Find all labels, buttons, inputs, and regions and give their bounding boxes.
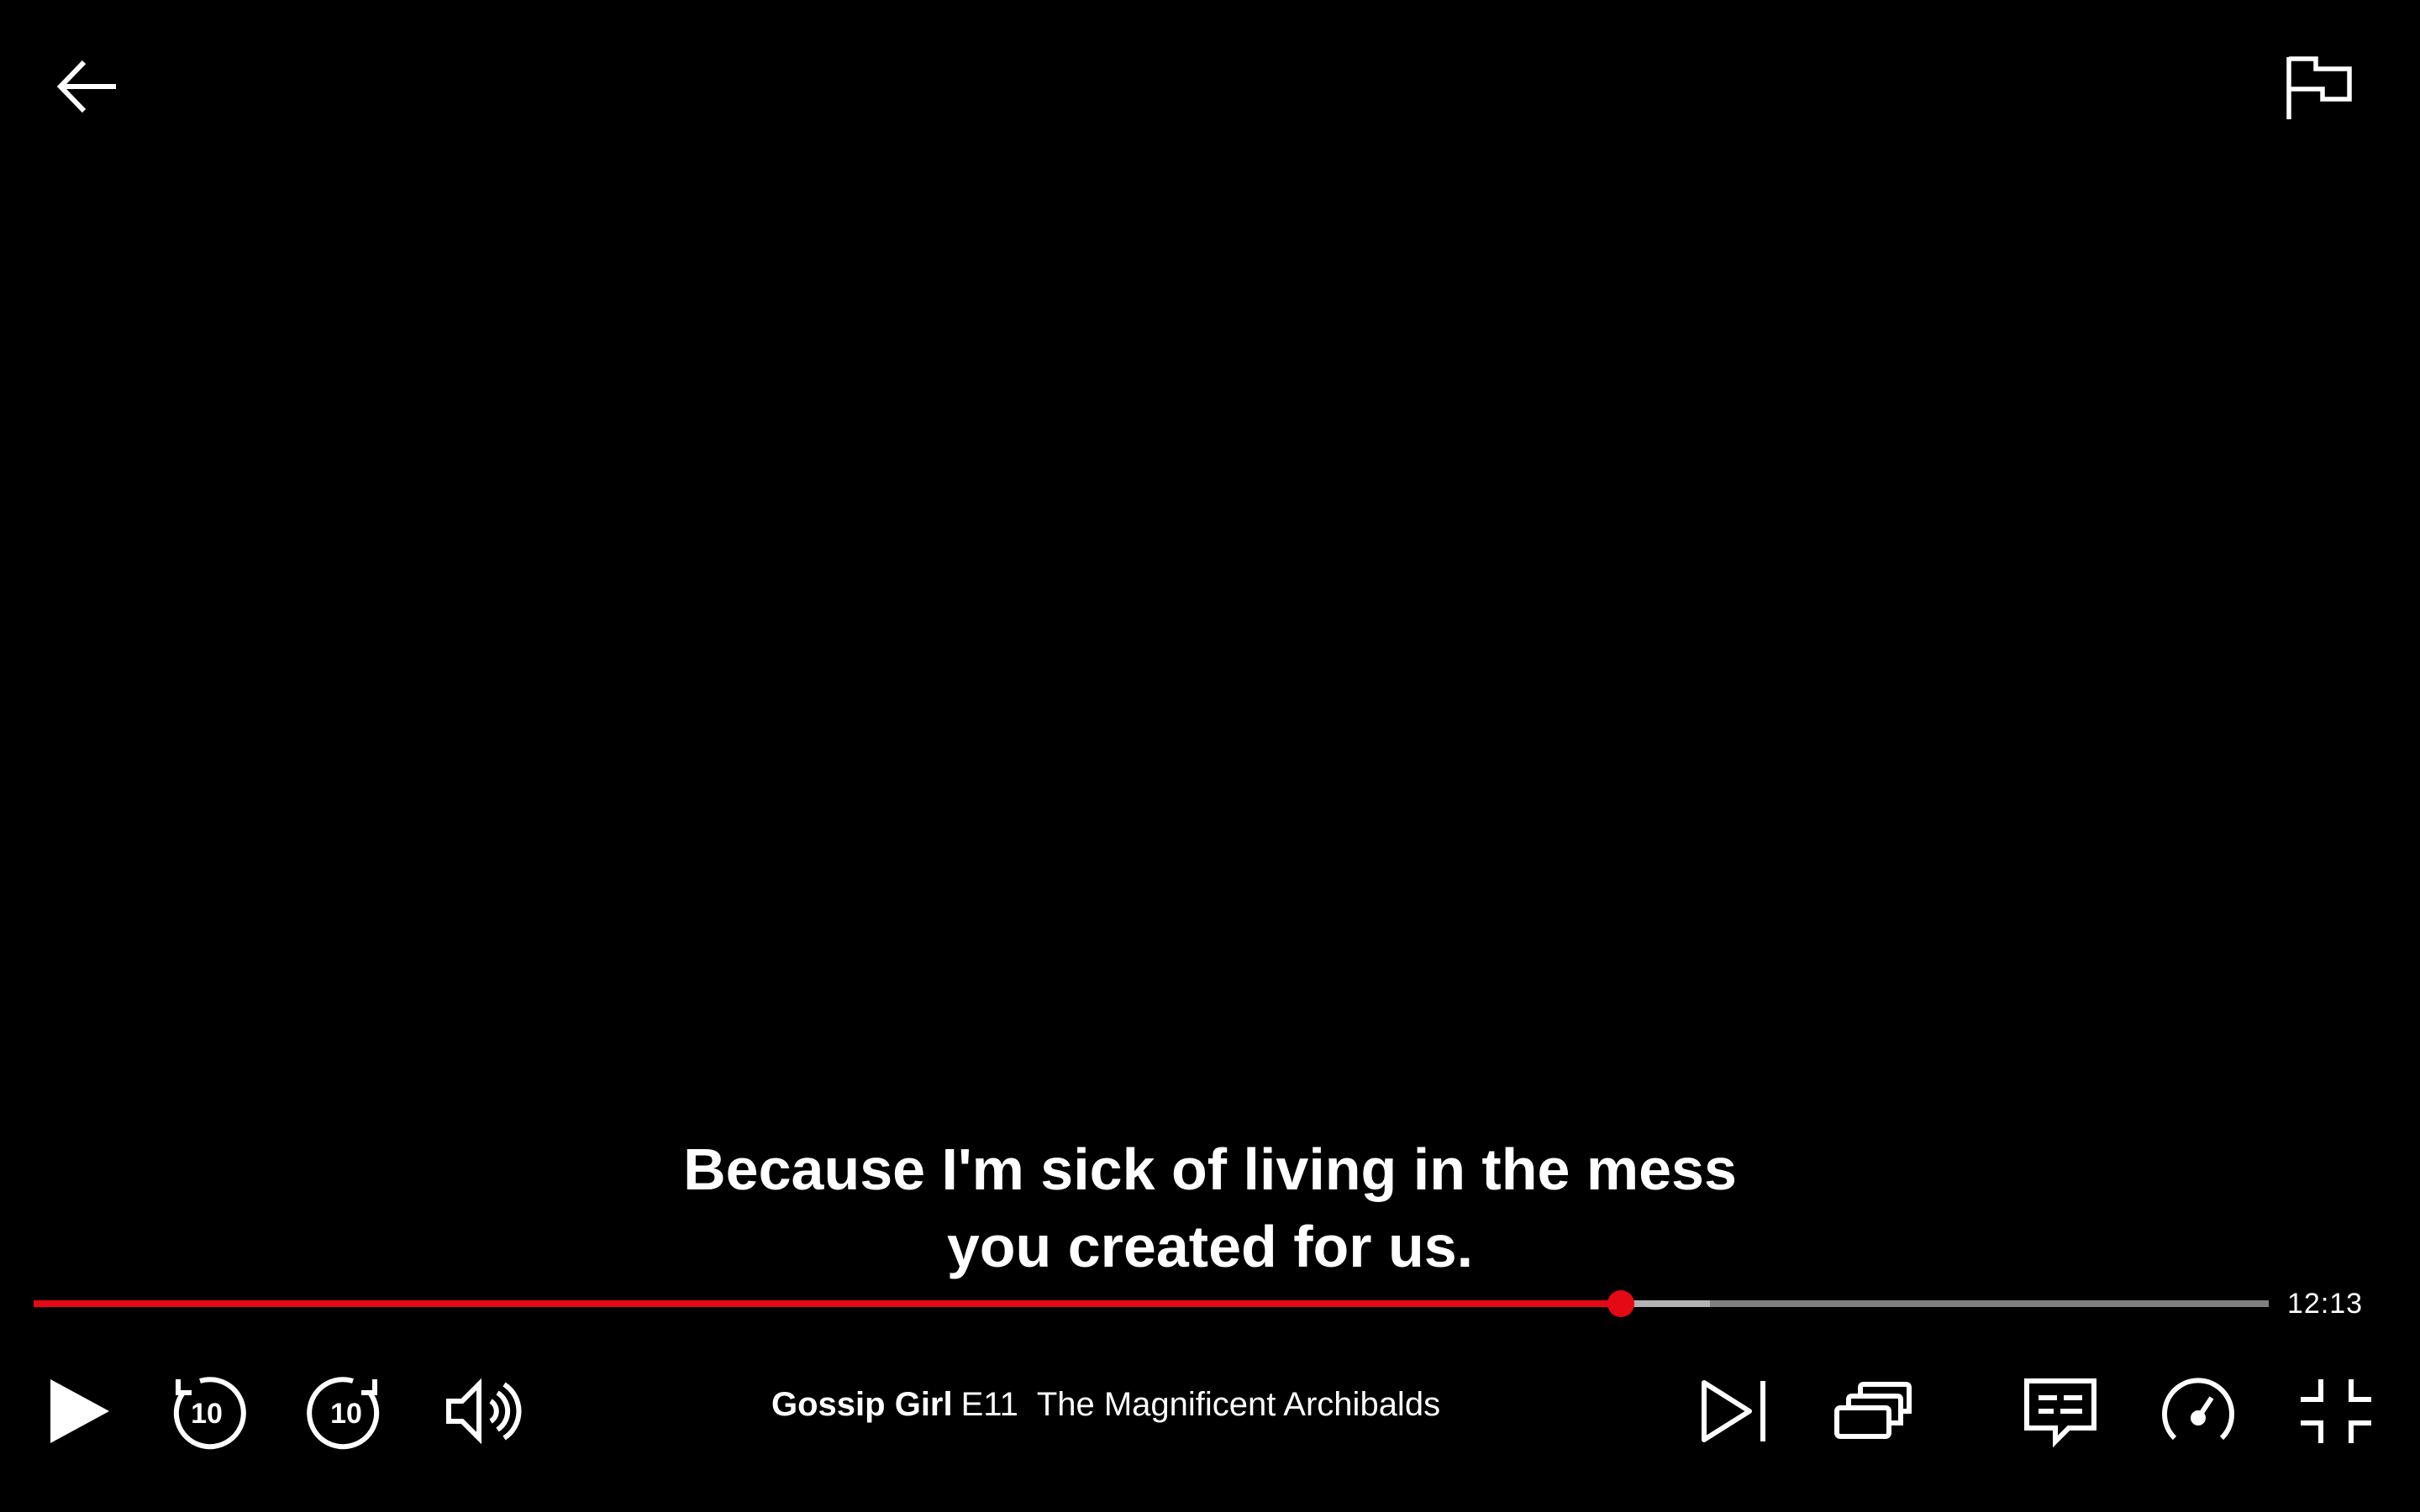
video-player[interactable]: Because I'm sick of living in the mess y… (0, 0, 2420, 1512)
forward-10-icon: 10 (307, 1377, 380, 1450)
episodes-button[interactable] (1832, 1371, 1912, 1452)
progress-bar[interactable] (34, 1290, 2269, 1317)
rewind-10-label: 10 (191, 1398, 223, 1430)
show-title: Gossip Girl (771, 1386, 953, 1423)
volume-high-icon (446, 1378, 522, 1445)
flag-icon (2286, 56, 2352, 119)
title-info: Gossip Girl E11 The Magnificent Archibalds (771, 1383, 1440, 1426)
volume-button[interactable] (442, 1371, 523, 1452)
report-problem-button[interactable] (2284, 54, 2354, 121)
episode-number: E11 (960, 1386, 1018, 1423)
episode-title: The Magnificent Archibalds (1036, 1386, 1441, 1423)
rewind-10-button[interactable]: 10 (166, 1371, 247, 1452)
playback-speed-button[interactable] (2158, 1371, 2238, 1452)
progress-played (34, 1300, 1621, 1307)
subtitles-audio-button[interactable] (2020, 1371, 2101, 1452)
forward-10-label: 10 (330, 1398, 362, 1430)
subtitles-audio-icon (2024, 1378, 2096, 1448)
forward-10-button[interactable]: 10 (306, 1371, 387, 1452)
next-episode-icon (1702, 1380, 1765, 1442)
progress-scrubber[interactable] (1607, 1290, 1634, 1317)
playback-speed-icon (2162, 1378, 2234, 1441)
exit-fullscreen-button[interactable] (2296, 1371, 2376, 1452)
back-button[interactable] (55, 59, 118, 114)
time-remaining: 12:13 (2287, 1288, 2364, 1320)
exit-fullscreen-icon (2301, 1379, 2371, 1443)
next-episode-button[interactable] (1694, 1371, 1775, 1452)
subtitle-line-2: you created for us. (946, 1214, 1474, 1279)
play-button[interactable] (40, 1371, 121, 1452)
rewind-10-icon: 10 (173, 1377, 246, 1450)
subtitle-line-1: Because I'm sick of living in the mess (683, 1137, 1737, 1202)
subtitle-text: Because I'm sick of living in the mess y… (0, 1131, 2420, 1285)
arrow-left-icon (56, 60, 116, 113)
episodes-icon (1834, 1382, 1912, 1439)
play-icon (50, 1379, 109, 1443)
